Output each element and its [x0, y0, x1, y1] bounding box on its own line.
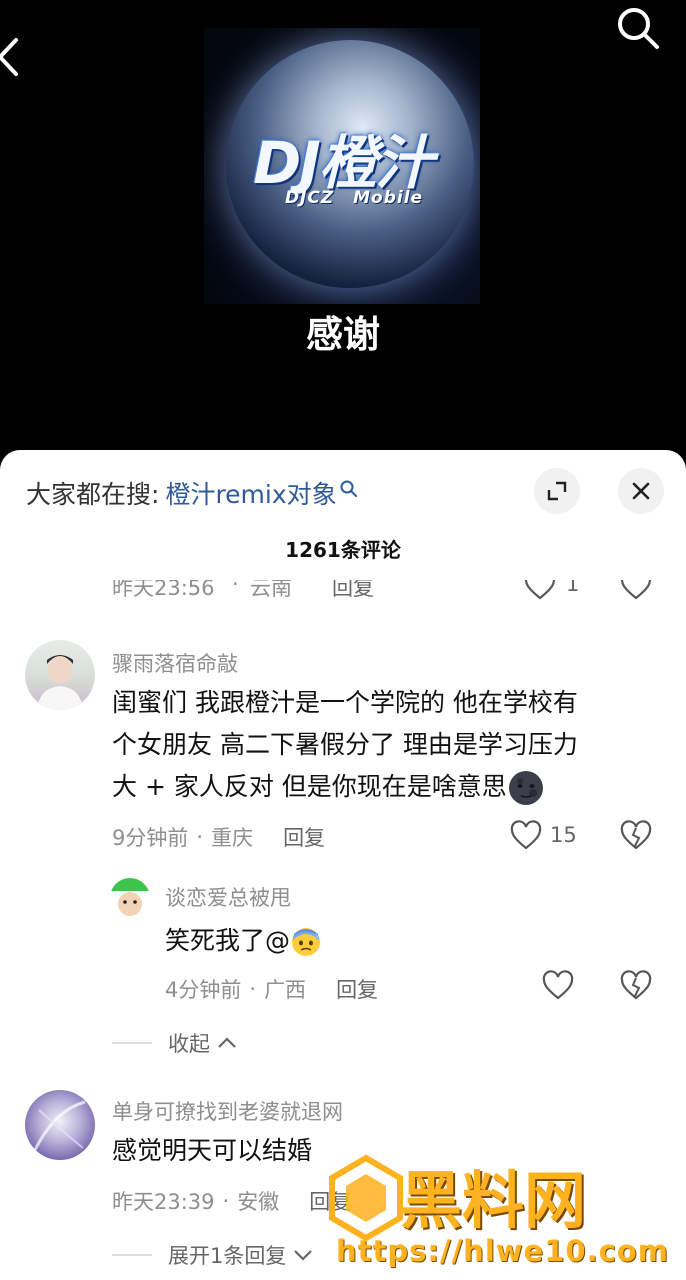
- reply-username[interactable]: 谈恋爱总被甩: [165, 882, 291, 912]
- comment-line: 大 + 家人反对 但是你现在是啥意思: [112, 772, 507, 801]
- comment-meta: 昨天23:39 · 安徽 回复: [112, 1186, 351, 1216]
- meta-dot: ·: [196, 825, 204, 849]
- like-icon[interactable]: [524, 580, 556, 602]
- expand-icon: [547, 481, 567, 501]
- comment-line: 个女朋友 高二下暑假分了 理由是学习压力: [112, 730, 578, 759]
- search-term-link[interactable]: 橙汁remix对象: [165, 475, 336, 511]
- anxious-sweat-face-emoji: [292, 928, 321, 956]
- search-label: 大家都在搜:: [26, 480, 160, 509]
- comment-line-with-emoji: 大 + 家人反对 但是你现在是啥意思: [112, 766, 672, 808]
- chevron-down-icon: [294, 1250, 313, 1261]
- user-photo: [37, 655, 83, 710]
- media-area: DJ橙汁 DJCZ Mobile 感谢: [0, 0, 686, 450]
- meta-dot: ·: [249, 977, 257, 1001]
- dislike-icon[interactable]: [620, 970, 652, 1002]
- meta-dot: ·: [232, 580, 239, 596]
- like-icon[interactable]: [542, 970, 574, 1002]
- album-cover[interactable]: DJ橙汁 DJCZ Mobile: [204, 28, 480, 304]
- like-icon[interactable]: [510, 820, 542, 852]
- dislike-icon[interactable]: [620, 580, 652, 602]
- avatar[interactable]: [25, 640, 95, 710]
- reply-meta: 4分钟前 · 广西 回复: [165, 974, 378, 1004]
- partial-comment-row: 昨天23:56 · 云南 回复 1: [0, 580, 686, 606]
- search-icon: [340, 480, 357, 497]
- comment-username[interactable]: 单身可撩找到老婆就退网: [112, 1096, 343, 1126]
- watermark-brand: 黑料网: [400, 1164, 587, 1237]
- user-photo: [33, 1100, 86, 1151]
- new-moon-face-emoji: [508, 771, 543, 805]
- close-icon: [632, 482, 650, 500]
- like-count: 15: [550, 823, 577, 847]
- comment-time: 昨天23:39: [112, 1190, 215, 1214]
- watermark-url: https://hlwe10.com: [336, 1234, 669, 1268]
- expand-replies-button[interactable]: 展开1条回复: [112, 1240, 314, 1270]
- comment-time: 9分钟前: [112, 826, 189, 850]
- comment-time: 4分钟前: [165, 978, 242, 1002]
- reply-button[interactable]: 回复: [336, 974, 378, 1004]
- back-icon[interactable]: [0, 36, 28, 78]
- close-button[interactable]: [618, 468, 664, 514]
- collapse-replies-button[interactable]: 收起: [112, 1028, 238, 1058]
- dislike-icon[interactable]: [620, 820, 652, 852]
- comment-count: 1261条评论: [285, 538, 401, 562]
- collapse-label: 收起: [168, 1032, 210, 1056]
- reply-text-row: 笑死我了@: [165, 920, 322, 962]
- divider: [112, 1254, 152, 1256]
- comment-location: 重庆: [211, 826, 254, 850]
- comment-text: 闺蜜们 我跟橙汁是一个学院的 他在学校有 个女朋友 高二下暑假分了 理由是学习压…: [112, 682, 672, 808]
- comment-meta: 9分钟前 · 重庆 回复: [112, 822, 325, 852]
- avatar[interactable]: [110, 878, 150, 918]
- trending-search[interactable]: 大家都在搜: 橙汁remix对象: [26, 476, 359, 510]
- reply-text: 笑死我了@: [165, 926, 291, 955]
- comment-location: 安徽: [237, 1190, 280, 1214]
- search-icon[interactable]: [612, 2, 664, 54]
- fullscreen-button[interactable]: [534, 468, 580, 514]
- reply-button[interactable]: 回复: [332, 580, 374, 602]
- comment-location: 云南: [250, 580, 292, 600]
- comment-username[interactable]: 骤雨落宿命敲: [112, 648, 238, 678]
- reply-button[interactable]: 回复: [283, 822, 325, 852]
- avatar[interactable]: [25, 1090, 95, 1160]
- comment-time: 昨天23:56: [112, 580, 215, 600]
- comment-text: 感觉明天可以结婚: [112, 1136, 313, 1165]
- comment-location: 广西: [264, 978, 307, 1002]
- chevron-up-icon: [218, 1037, 236, 1048]
- cover-subtitle: DJCZ Mobile: [284, 188, 424, 208]
- like-count: 1: [566, 580, 580, 596]
- song-title: 感谢: [306, 313, 380, 356]
- comment-line: 闺蜜们 我跟橙汁是一个学院的 他在学校有: [112, 688, 578, 717]
- meta-dot: ·: [222, 1189, 230, 1213]
- user-photo: [110, 878, 150, 916]
- expand-label: 展开1条回复: [168, 1244, 287, 1268]
- divider: [112, 1042, 152, 1044]
